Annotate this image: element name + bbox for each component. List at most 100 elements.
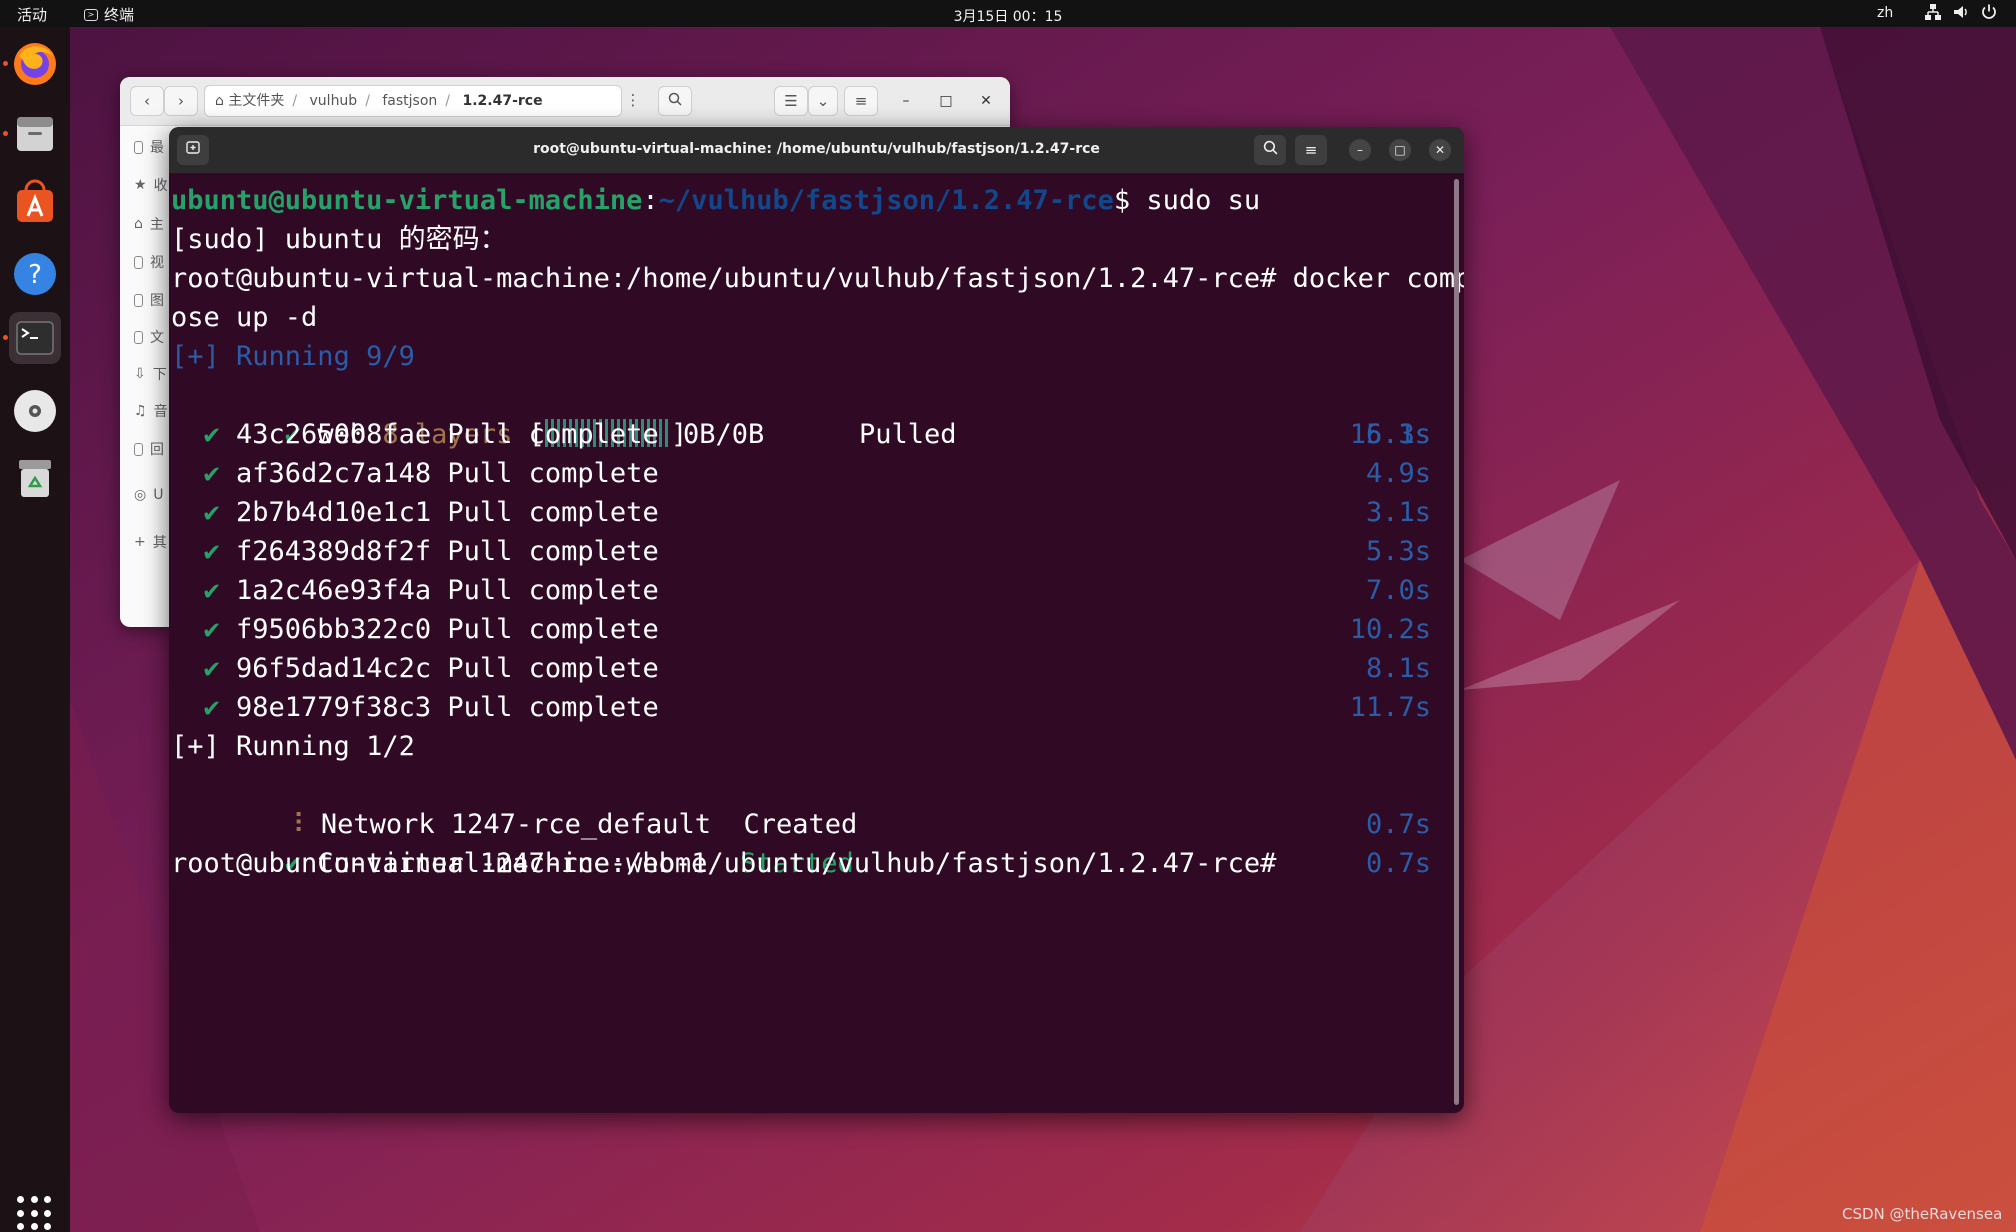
sidebar-item-drive[interactable]: ◎ U (134, 485, 164, 505)
sidebar-item-videos[interactable]: 视 (134, 252, 164, 272)
forward-button[interactable]: › (164, 86, 198, 116)
close-button[interactable]: ✕ (976, 91, 996, 111)
maximize-button[interactable]: □ (1389, 139, 1411, 161)
check-icon: ✔ (203, 419, 237, 450)
view-options-button[interactable]: ⌄ (808, 86, 838, 116)
sidebar-item-recent[interactable]: 最 (134, 137, 164, 157)
check-icon: ✔ (203, 536, 237, 567)
firefox-icon (14, 43, 56, 85)
running-indicator (3, 61, 8, 66)
files-launcher[interactable] (9, 108, 61, 160)
sidebar-item-downloads[interactable]: ⇩ 下 (134, 364, 167, 384)
command: $ sudo su (1113, 185, 1261, 216)
path-segment[interactable]: vulhub (310, 93, 358, 109)
layer-status: Pull complete (447, 575, 659, 606)
layer-id: f264389d8f2f (236, 536, 432, 567)
terminal-menu-button[interactable]: ≡ (1295, 135, 1327, 165)
check-icon: ✔ (203, 458, 237, 489)
layer-time: 5.1s (1365, 419, 1431, 450)
main-menu-button[interactable]: ≡ (844, 86, 878, 116)
search-icon (1263, 140, 1277, 155)
sidebar-item-home[interactable]: ⌂ 主 (134, 214, 164, 234)
layer-time: 11.7s (1349, 692, 1431, 723)
input-method-indicator[interactable]: zh (1877, 5, 1893, 21)
layer-id: 98e1779f38c3 (236, 692, 432, 723)
app-center-launcher[interactable] (9, 178, 61, 230)
sidebar-item-pictures[interactable]: 图 (134, 290, 164, 310)
layer-line: ✔ 2b7b4d10e1c1 Pull complete 3.1s (171, 493, 1431, 532)
video-icon (134, 255, 143, 269)
layer-status: Pull complete (447, 536, 659, 567)
layer-id: af36d2c7a148 (236, 458, 432, 489)
sidebar-item-other-locations[interactable]: + 其 (134, 532, 167, 552)
pull-summary-line: ✔ web 8 layers [] 0B/0B Pulled 16.3s (268, 419, 1431, 450)
layer-line: ✔ 1a2c46e93f4a Pull complete 7.0s (171, 571, 1431, 610)
help-launcher[interactable]: ? (9, 248, 61, 300)
terminal-line: ubuntu@ubuntu-virtual-machine:~/vulhub/f… (171, 185, 1261, 216)
top-bar: 活动 > 终端 3月15日 00：15 zh (0, 0, 2016, 27)
app-menu-terminal[interactable]: > 终端 (84, 4, 134, 25)
dvd-launcher[interactable] (9, 385, 61, 437)
path-segment[interactable]: fastjson (382, 93, 437, 109)
firefox-launcher[interactable] (9, 38, 61, 90)
layer-time: 7.0s (1365, 575, 1431, 606)
layer-id: 96f5dad14c2c (236, 653, 432, 684)
terminal-line: [sudo] ubuntu 的密码： (171, 224, 507, 255)
path-home[interactable]: 主文件夹 (228, 93, 284, 109)
terminal-prompt[interactable]: root@ubuntu-virtual-machine:/home/ubuntu… (171, 844, 1276, 883)
terminal-window[interactable]: root@ubuntu-virtual-machine: /home/ubunt… (169, 127, 1464, 1113)
file-manager-header: ‹ › ⌂ 主文件夹 / vulhub / fastjson/ 1.2.47-rce… (120, 77, 1010, 126)
path-menu-button[interactable]: ⋮ (620, 86, 646, 116)
layer-time: 5.3s (1365, 536, 1431, 567)
app-store-icon (17, 179, 53, 222)
layer-line: ✔ f264389d8f2f Pull complete 5.3s (171, 532, 1431, 571)
network-icon (1925, 4, 1941, 20)
home-icon: ⌂ (134, 216, 143, 232)
terminal-titlebar[interactable]: root@ubuntu-virtual-machine: /home/ubunt… (169, 127, 1464, 173)
sidebar-item-trash[interactable]: 回 (134, 439, 164, 459)
sidebar-item-documents[interactable]: 文 (134, 327, 164, 347)
view-list-button[interactable]: ☰ (774, 86, 808, 116)
maximize-button[interactable]: □ (936, 91, 956, 111)
minimize-button[interactable]: – (1349, 139, 1371, 161)
terminal-line: [+] Running 1/2 (171, 731, 415, 762)
svg-text:?: ? (28, 260, 42, 290)
terminal-line: [+] Running 9/9 (171, 341, 415, 372)
search-button[interactable] (658, 86, 692, 116)
system-tray[interactable] (1924, 3, 1998, 21)
terminal-search-button[interactable] (1254, 135, 1286, 165)
show-apps-button[interactable] (17, 1196, 53, 1232)
star-icon: ★ (134, 177, 147, 193)
check-icon: ✔ (203, 692, 237, 723)
sidebar-item-starred[interactable]: ★ 收 (134, 175, 168, 195)
layer-status: Pull complete (447, 419, 659, 450)
layer-line: ✔ af36d2c7a148 Pull complete 4.9s (171, 454, 1431, 493)
back-button[interactable]: ‹ (130, 86, 164, 116)
terminal-line: ose up -d (171, 302, 318, 333)
picture-icon (134, 293, 143, 307)
layer-id: 1a2c46e93f4a (236, 575, 432, 606)
prompt-user: ubuntu@ubuntu-virtual-machine (171, 185, 643, 216)
disc-icon: ◎ (134, 487, 147, 503)
watermark: CSDN @theRavensea (1842, 1205, 2003, 1223)
location-bar[interactable]: ⌂ 主文件夹 / vulhub / fastjson/ 1.2.47-rce (204, 85, 622, 117)
running-indicator (3, 131, 8, 136)
check-icon: ✔ (203, 575, 237, 606)
sidebar-item-music[interactable]: ♫ 音 (134, 401, 168, 421)
running-indicator (3, 335, 8, 340)
close-button[interactable]: ✕ (1429, 139, 1451, 161)
terminal-launcher[interactable] (9, 312, 61, 364)
path-current[interactable]: 1.2.47-rce (462, 93, 542, 109)
terminal-output[interactable]: ubuntu@ubuntu-virtual-machine:~/vulhub/f… (171, 181, 1464, 1101)
plus-icon: + (134, 534, 146, 550)
trash-launcher[interactable] (9, 452, 61, 504)
terminal-scrollbar[interactable] (1454, 179, 1459, 1105)
search-icon (668, 92, 682, 106)
activities-button[interactable]: 活动 (17, 4, 47, 25)
layer-line: ✔ 96f5dad14c2c Pull complete 8.1s (171, 649, 1431, 688)
folder-icon (17, 117, 53, 151)
layer-time: 4.9s (1365, 458, 1431, 489)
minimize-button[interactable]: – (896, 91, 916, 111)
layer-line: ✔ f9506bb322c0 Pull complete 10.2s (171, 610, 1431, 649)
clock[interactable]: 3月15日 00：15 (0, 6, 2016, 26)
